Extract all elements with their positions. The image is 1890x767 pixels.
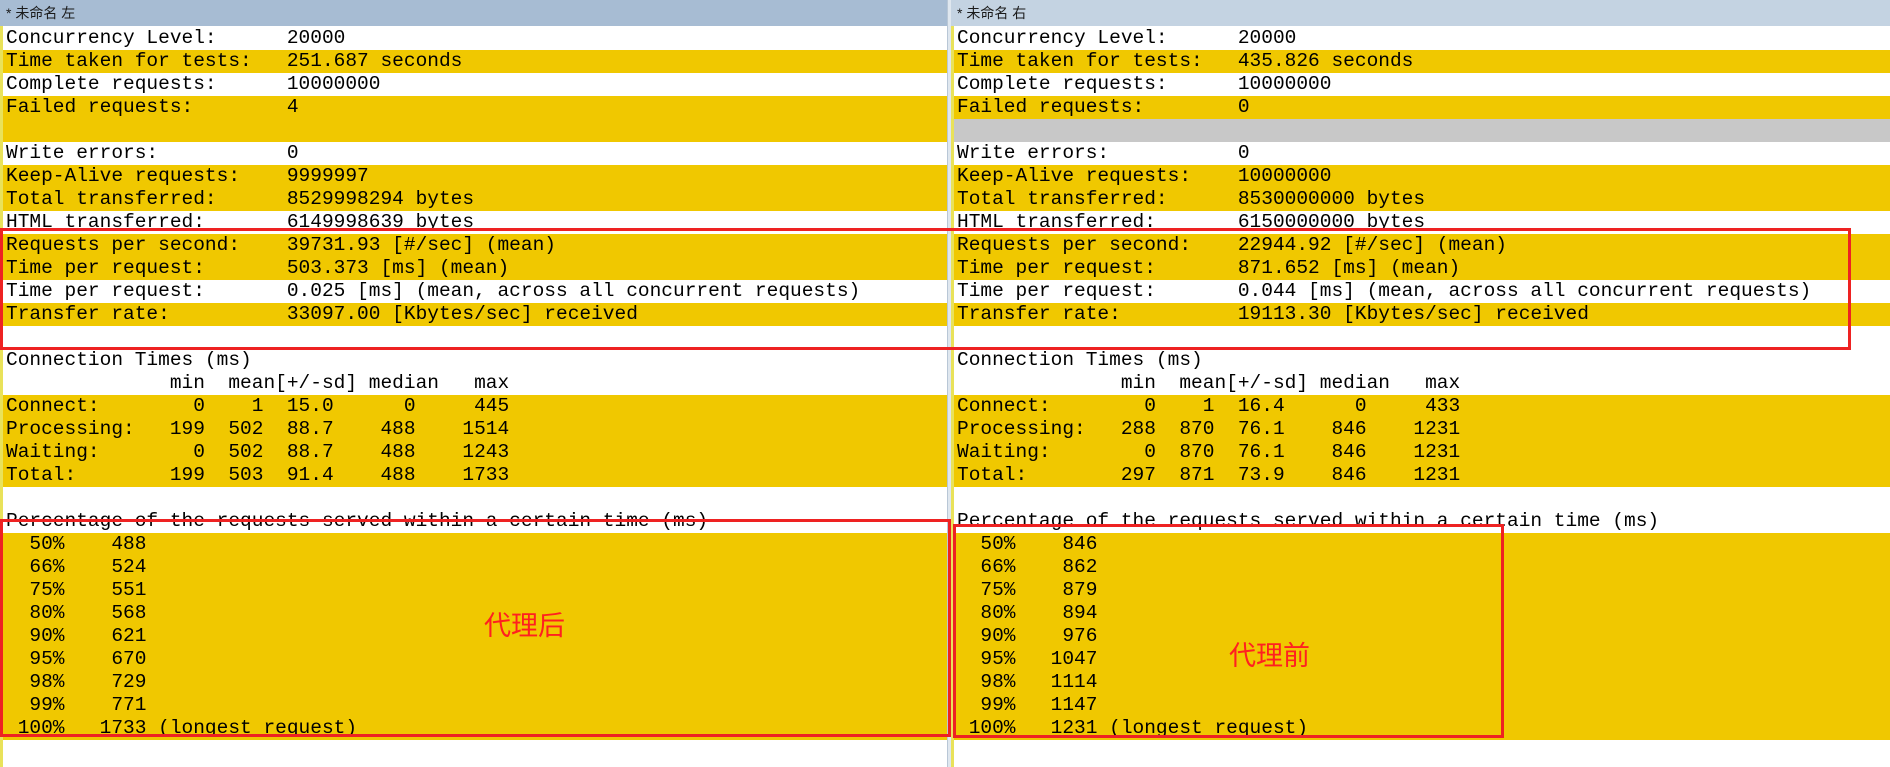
text-line[interactable]: Write errors: 0: [954, 142, 1890, 165]
text-line[interactable]: Total: 199 503 91.4 488 1733: [3, 464, 951, 487]
text-line[interactable]: Connection Times (ms): [954, 349, 1890, 372]
line-text: Write errors: 0: [6, 142, 299, 164]
text-line[interactable]: Keep-Alive requests: 10000000: [954, 165, 1890, 188]
text-line[interactable]: Complete requests: 10000000: [3, 73, 951, 96]
line-text: Keep-Alive requests: 10000000: [957, 165, 1332, 187]
text-line[interactable]: Complete requests: 10000000: [954, 73, 1890, 96]
text-line[interactable]: Waiting: 0 502 88.7 488 1243: [3, 441, 951, 464]
text-line[interactable]: Time taken for tests: 435.826 seconds: [954, 50, 1890, 73]
text-line[interactable]: Waiting: 0 870 76.1 846 1231: [954, 441, 1890, 464]
text-line[interactable]: Keep-Alive requests: 9999997: [3, 165, 951, 188]
right-annotation-label: 代理前: [1229, 641, 1310, 672]
line-text: Processing: 288 870 76.1 846 1231: [957, 418, 1461, 440]
text-line[interactable]: Connect: 0 1 16.4 0 433: [954, 395, 1890, 418]
line-text: min mean[+/-sd] median max: [957, 372, 1461, 394]
line-text: Waiting: 0 870 76.1 846 1231: [957, 441, 1461, 463]
line-text: Time taken for tests: 435.826 seconds: [957, 50, 1414, 72]
line-text: Failed requests: 0: [957, 96, 1250, 118]
text-line[interactable]: [3, 119, 951, 142]
line-text: Total: 297 871 73.9 846 1231: [957, 464, 1461, 486]
line-text: Waiting: 0 502 88.7 488 1243: [6, 441, 510, 463]
line-text: Time taken for tests: 251.687 seconds: [6, 50, 463, 72]
line-text: Keep-Alive requests: 9999997: [6, 165, 369, 187]
text-line[interactable]: Connect: 0 1 15.0 0 445: [3, 395, 951, 418]
left-annotation-label: 代理后: [484, 611, 565, 642]
line-text: Connection Times (ms): [957, 349, 1203, 371]
text-line[interactable]: [3, 487, 951, 510]
text-line[interactable]: min mean[+/-sd] median max: [3, 372, 951, 395]
line-text: Total transferred: 8529998294 bytes: [6, 188, 475, 210]
line-text: min mean[+/-sd] median max: [6, 372, 510, 394]
text-line[interactable]: Concurrency Level: 20000: [954, 27, 1890, 50]
text-line[interactable]: Total transferred: 8530000000 bytes: [954, 188, 1890, 211]
line-text: Connect: 0 1 16.4 0 433: [957, 395, 1461, 417]
text-line[interactable]: [954, 119, 1890, 142]
text-line[interactable]: Total transferred: 8529998294 bytes: [3, 188, 951, 211]
line-text: Concurrency Level: 20000: [957, 27, 1297, 49]
line-text: Total: 199 503 91.4 488 1733: [6, 464, 510, 486]
text-line[interactable]: Failed requests: 0: [954, 96, 1890, 119]
text-line[interactable]: Connection Times (ms): [3, 349, 951, 372]
throughput-highlight-box: [0, 228, 1851, 350]
line-text: Failed requests: 4: [6, 96, 299, 118]
text-line[interactable]: [954, 487, 1890, 510]
text-line[interactable]: Concurrency Level: 20000: [3, 27, 951, 50]
text-line[interactable]: Processing: 199 502 88.7 488 1514: [3, 418, 951, 441]
text-line[interactable]: min mean[+/-sd] median max: [954, 372, 1890, 395]
line-text: Concurrency Level: 20000: [6, 27, 346, 49]
line-text: Write errors: 0: [957, 142, 1250, 164]
text-line[interactable]: Processing: 288 870 76.1 846 1231: [954, 418, 1890, 441]
right-percentile-highlight-box: [953, 524, 1504, 738]
text-line[interactable]: Failed requests: 4: [3, 96, 951, 119]
text-line[interactable]: Write errors: 0: [3, 142, 951, 165]
line-text: Complete requests: 10000000: [6, 73, 381, 95]
line-text: Complete requests: 10000000: [957, 73, 1332, 95]
text-line[interactable]: Time taken for tests: 251.687 seconds: [3, 50, 951, 73]
right-tab-title[interactable]: * 未命名 右: [951, 0, 1890, 26]
line-text: Connect: 0 1 15.0 0 445: [6, 395, 510, 417]
text-line[interactable]: Total: 297 871 73.9 846 1231: [954, 464, 1890, 487]
left-percentile-highlight-box: [0, 519, 951, 737]
line-text: Connection Times (ms): [6, 349, 252, 371]
line-text: Total transferred: 8530000000 bytes: [957, 188, 1426, 210]
left-tab-title[interactable]: * 未命名 左: [0, 0, 951, 26]
line-text: Processing: 199 502 88.7 488 1514: [6, 418, 510, 440]
